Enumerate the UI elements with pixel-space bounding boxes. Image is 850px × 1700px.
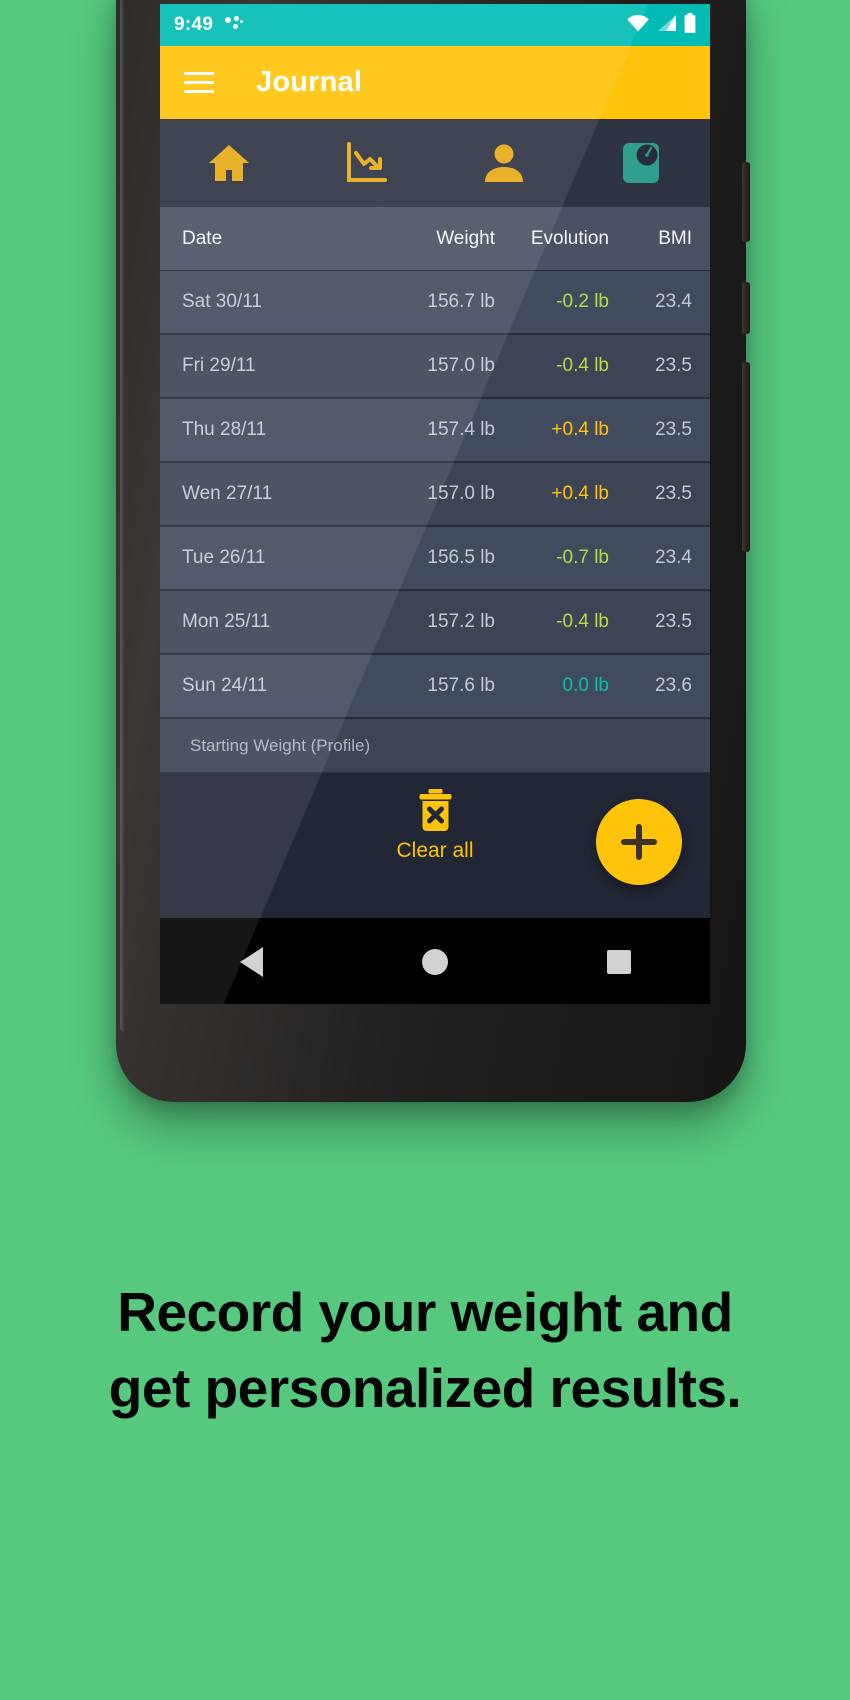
status-bar-clock: 9:49 (174, 14, 214, 35)
cell-evolution: +0.4 lb (551, 483, 609, 504)
phone-screen: 9:49 Journal Date Weight Evolution BMI S… (160, 4, 710, 1004)
caption-line-2: get personalized results. (108, 1356, 742, 1419)
chart-line-down-icon (347, 142, 388, 182)
tab-trend[interactable] (298, 119, 436, 207)
table-row[interactable]: Tue 26/11 156.5 lb -0.7 lb 23.4 (160, 527, 710, 591)
triangle-back-icon[interactable] (239, 947, 263, 977)
tab-profile[interactable] (435, 119, 573, 207)
cell-bmi: 23.5 (655, 419, 692, 440)
table-header-row: Date Weight Evolution BMI (160, 207, 710, 271)
square-recents-icon[interactable] (606, 950, 631, 974)
action-bar: Clear all (160, 773, 710, 918)
android-nav-bar (160, 918, 710, 1004)
cell-date: Fri 29/11 (182, 355, 256, 376)
phone-mockup: 9:49 Journal Date Weight Evolution BMI S… (116, 0, 750, 1102)
tab-home[interactable] (160, 119, 298, 207)
cell-date: Sun 24/11 (182, 675, 268, 696)
cell-evolution: -0.4 lb (556, 611, 609, 632)
cell-evolution: +0.4 lb (551, 419, 609, 440)
cell-bmi: 23.4 (655, 547, 692, 568)
table-row[interactable]: Mon 25/11 157.2 lb -0.4 lb 23.5 (160, 591, 710, 655)
column-header-evolution: Evolution (530, 227, 609, 249)
cell-date: Sat 30/11 (182, 291, 262, 312)
cell-evolution: -0.4 lb (556, 355, 609, 376)
battery-icon (684, 12, 696, 38)
hamburger-menu-icon[interactable] (184, 66, 214, 99)
phone-side-button-power (742, 362, 750, 552)
phone-side-button-volume-up (742, 162, 750, 242)
cell-weight: 157.0 lb (427, 483, 495, 504)
app-bar: Journal (160, 46, 710, 119)
tab-scale[interactable] (573, 119, 711, 207)
table-row[interactable]: Sun 24/11 157.6 lb 0.0 lb 23.6 (160, 655, 710, 719)
add-entry-fab[interactable] (596, 799, 682, 885)
page-title: Journal (256, 66, 363, 98)
cell-bmi: 23.6 (655, 675, 692, 696)
tab-bar (160, 119, 710, 207)
table-row[interactable]: Fri 29/11 157.0 lb -0.4 lb 23.5 (160, 335, 710, 399)
cell-date: Thu 28/11 (182, 419, 267, 440)
cell-weight: 157.2 lb (427, 611, 495, 632)
person-icon (484, 144, 523, 182)
weight-scale-icon (623, 143, 660, 183)
clear-all-button[interactable]: Clear all (396, 787, 474, 863)
cell-weight: 157.6 lb (427, 675, 495, 696)
cell-evolution: 0.0 lb (562, 675, 609, 696)
cell-evolution: -0.2 lb (556, 291, 609, 312)
cell-weight: 156.5 lb (427, 547, 495, 568)
cell-weight: 157.0 lb (427, 355, 495, 376)
promo-caption: Record your weight and get personalized … (0, 1275, 850, 1427)
cell-date: Mon 25/11 (182, 611, 271, 632)
trash-x-icon (419, 789, 451, 831)
home-icon (208, 145, 249, 181)
journal-table: Date Weight Evolution BMI Sat 30/11 156.7… (160, 207, 710, 773)
cell-bmi: 23.5 (655, 611, 692, 632)
cell-bmi: 23.5 (655, 483, 692, 504)
bluetooth-dots-icon (225, 16, 247, 34)
phone-side-button-volume-down (742, 282, 750, 334)
cellular-signal-icon (657, 14, 677, 37)
starting-weight-note: Starting Weight (Profile) (160, 719, 710, 773)
cell-weight: 157.4 lb (427, 419, 495, 440)
status-bar: 9:49 (160, 4, 710, 46)
circle-home-icon[interactable] (421, 949, 448, 975)
table-row[interactable]: Thu 28/11 157.4 lb +0.4 lb 23.5 (160, 399, 710, 463)
clear-all-label: Clear all (396, 839, 474, 862)
cell-date: Tue 26/11 (182, 547, 266, 568)
cell-evolution: -0.7 lb (556, 547, 609, 568)
column-header-weight: Weight (436, 227, 495, 249)
cell-date: Wen 27/11 (182, 483, 273, 504)
table-row[interactable]: Wen 27/11 157.0 lb +0.4 lb 23.5 (160, 463, 710, 527)
cell-bmi: 23.4 (655, 291, 692, 312)
caption-line-1: Record your weight and (117, 1281, 733, 1343)
wifi-icon (626, 14, 650, 37)
plus-icon (621, 824, 657, 860)
table-row[interactable]: Sat 30/11 156.7 lb -0.2 lb 23.4 (160, 271, 710, 335)
cell-bmi: 23.5 (655, 355, 692, 376)
cell-weight: 156.7 lb (427, 291, 495, 312)
column-header-bmi: BMI (658, 227, 692, 249)
column-header-date: Date (182, 227, 223, 249)
